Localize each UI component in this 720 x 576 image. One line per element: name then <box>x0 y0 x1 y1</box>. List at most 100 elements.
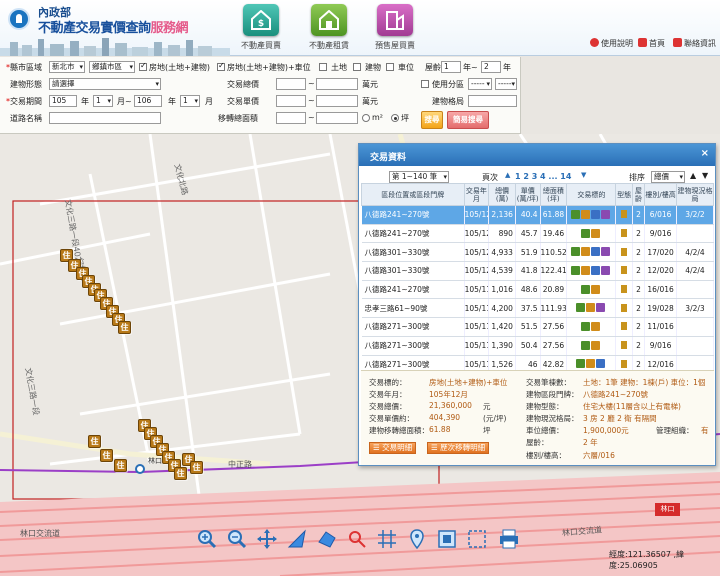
tab-presale-label[interactable]: 預售屋買賣 <box>355 40 435 51</box>
select-point-icon[interactable] <box>346 528 368 550</box>
simple-search-button[interactable]: 簡易搜尋 <box>447 111 489 129</box>
sort-desc-icon[interactable]: ▼ <box>702 171 708 180</box>
history-button[interactable]: ☰ 歷次移轉明細 <box>427 442 490 454</box>
col-target[interactable]: 交易標的 <box>566 183 617 206</box>
row-total: 4,539 <box>488 261 516 281</box>
tab-rent-icon[interactable] <box>311 4 347 36</box>
locate-icon[interactable] <box>406 528 428 550</box>
age-from-input[interactable]: 1 <box>441 61 461 73</box>
col-layout[interactable]: 建物現況格局 <box>675 183 715 206</box>
row-target <box>566 336 617 356</box>
measure-distance-icon[interactable] <box>286 528 308 550</box>
unit-m2-radio[interactable] <box>362 114 370 122</box>
col-area[interactable]: 總面積(坪) <box>539 183 568 206</box>
area-from-input[interactable] <box>276 112 306 124</box>
col-age[interactable]: 屋齡 <box>631 183 646 206</box>
age-to-input[interactable]: 2 <box>481 61 501 73</box>
table-row[interactable]: 八德路271~300號 105/11 1,420 51.5 27.56 2 11/016 <box>361 317 715 337</box>
property-marker-icon[interactable]: 住 <box>114 459 127 472</box>
property-marker-icon[interactable]: 住 <box>174 467 187 480</box>
land-checkbox[interactable] <box>319 63 327 71</box>
layout-input[interactable] <box>468 95 517 107</box>
col-year-month[interactable]: 交易年月 <box>463 183 490 206</box>
sort-asc-icon[interactable]: ▲ <box>690 171 696 180</box>
table-row[interactable]: 八德路271~300號 105/11 1,390 50.4 27.56 2 9/016 <box>361 336 715 356</box>
transaction-panel-header[interactable]: 交易資料 × <box>359 144 715 166</box>
rectangle-select-icon[interactable] <box>466 528 488 550</box>
road-input[interactable] <box>49 112 161 124</box>
sort-select[interactable]: 總價 <box>651 171 685 183</box>
col-total[interactable]: 總價(萬) <box>488 183 516 206</box>
parking-checkbox[interactable] <box>386 63 394 71</box>
zone-checkbox[interactable] <box>421 80 429 88</box>
tab-sale-icon[interactable]: $ <box>243 4 279 36</box>
parking-label: 車位 <box>398 63 414 72</box>
zoom-out-icon[interactable] <box>226 528 248 550</box>
target-tag-icon <box>586 359 596 369</box>
contact-link[interactable]: 聯絡資訊 <box>673 38 716 49</box>
zone-select-2[interactable]: ----- <box>495 78 517 90</box>
zoom-in-icon[interactable] <box>196 528 218 550</box>
table-row[interactable]: 八德路241~270號 105/12 2,136 40.4 61.88 2 6/016 3/2… <box>361 205 715 225</box>
col-unit[interactable]: 單價(萬/坪) <box>514 183 541 206</box>
zone-label: 使用分區 <box>432 80 464 89</box>
detail-button[interactable]: ☰ 交易明細 <box>369 442 417 454</box>
pan-icon[interactable] <box>256 528 278 550</box>
col-floor[interactable]: 樓別/樓高 <box>644 183 677 206</box>
page-links[interactable]: 1 2 3 4 ... 14 <box>515 172 571 181</box>
area-to-input[interactable] <box>316 112 358 124</box>
unit-price-from-input[interactable] <box>276 95 306 107</box>
target-tag-icon <box>571 265 581 275</box>
row-layout <box>676 280 715 300</box>
home-link[interactable]: 首頁 <box>638 38 665 49</box>
col-address[interactable]: 區段位置或區段門牌 <box>361 183 465 206</box>
land-building-parking-checkbox[interactable] <box>217 61 225 71</box>
period-from-year-input[interactable]: 105 <box>49 95 77 107</box>
close-icon[interactable]: × <box>701 148 709 159</box>
site-title[interactable]: 不動產交易實價查詢服務網 <box>38 17 189 36</box>
metro-station-icon[interactable] <box>135 464 145 474</box>
table-row[interactable]: 八德路301~330號 105/12 4,933 51.9 110.52 2 17/020 4… <box>361 242 715 263</box>
property-marker-icon[interactable]: 住 <box>100 449 113 462</box>
row-area: 27.56 <box>540 317 568 337</box>
detail-count-value: 土地：1筆 建物：1棟(戶) 車位：1個 <box>583 378 706 387</box>
next-page-icon[interactable]: ▼ <box>581 171 586 179</box>
record-range-select[interactable]: 第 1~140 筆 <box>389 171 449 183</box>
row-age: 2 <box>632 261 646 281</box>
row-total: 1,420 <box>488 317 516 337</box>
target-tag-icon <box>581 209 591 219</box>
period-year-label-2: 年 <box>168 97 176 106</box>
search-button[interactable]: 搜尋 <box>421 111 443 129</box>
period-to-month-select[interactable]: 1 <box>180 95 200 107</box>
property-marker-icon[interactable]: 住 <box>88 435 101 448</box>
table-row[interactable]: 八德路301~330號 105/12 4,539 41.8 122.41 2 12/020 4… <box>361 261 715 281</box>
help-link[interactable]: 使用說明 <box>590 38 633 49</box>
building-checkbox[interactable] <box>353 63 361 71</box>
prev-page-icon[interactable]: ▲ <box>505 171 510 179</box>
total-price-from-input[interactable] <box>276 78 306 90</box>
total-price-to-input[interactable] <box>316 78 358 90</box>
period-from-month-select[interactable]: 1 <box>93 95 113 107</box>
table-row[interactable]: 忠孝三路61~90號 105/11 4,200 37.5 111.93 2 19/028 3/… <box>361 298 715 319</box>
property-marker-icon[interactable]: 住 <box>190 461 203 474</box>
row-type <box>615 224 633 244</box>
col-type[interactable]: 型態 <box>615 183 633 206</box>
print-icon[interactable] <box>498 528 520 550</box>
district-select[interactable]: 鄉鎮市區 <box>89 61 135 73</box>
zone-select-1[interactable]: ----- <box>468 78 492 90</box>
property-marker-icon[interactable]: 住 <box>118 321 131 334</box>
table-row[interactable]: 八德路241~270號 105/11 1,016 48.6 20.89 2 16/016 <box>361 280 715 300</box>
county-select[interactable]: 新北市 <box>49 61 85 73</box>
grid-icon[interactable] <box>376 528 398 550</box>
table-row[interactable]: 八德路241~270號 105/12 890 45.7 19.46 2 9/016 <box>361 224 715 244</box>
full-extent-icon[interactable] <box>436 528 458 550</box>
unit-price-to-input[interactable] <box>316 95 358 107</box>
row-floor: 17/020 <box>644 242 677 263</box>
measure-area-icon[interactable] <box>316 528 338 550</box>
period-to-year-input[interactable]: 106 <box>134 95 162 107</box>
land-building-checkbox[interactable] <box>139 61 147 71</box>
detail-addr-value: 八德路241~270號 <box>583 390 648 399</box>
tab-presale-icon[interactable] <box>377 4 413 36</box>
unit-ping-radio[interactable] <box>391 114 399 122</box>
building-type-select[interactable]: 請選擇 <box>49 78 161 90</box>
